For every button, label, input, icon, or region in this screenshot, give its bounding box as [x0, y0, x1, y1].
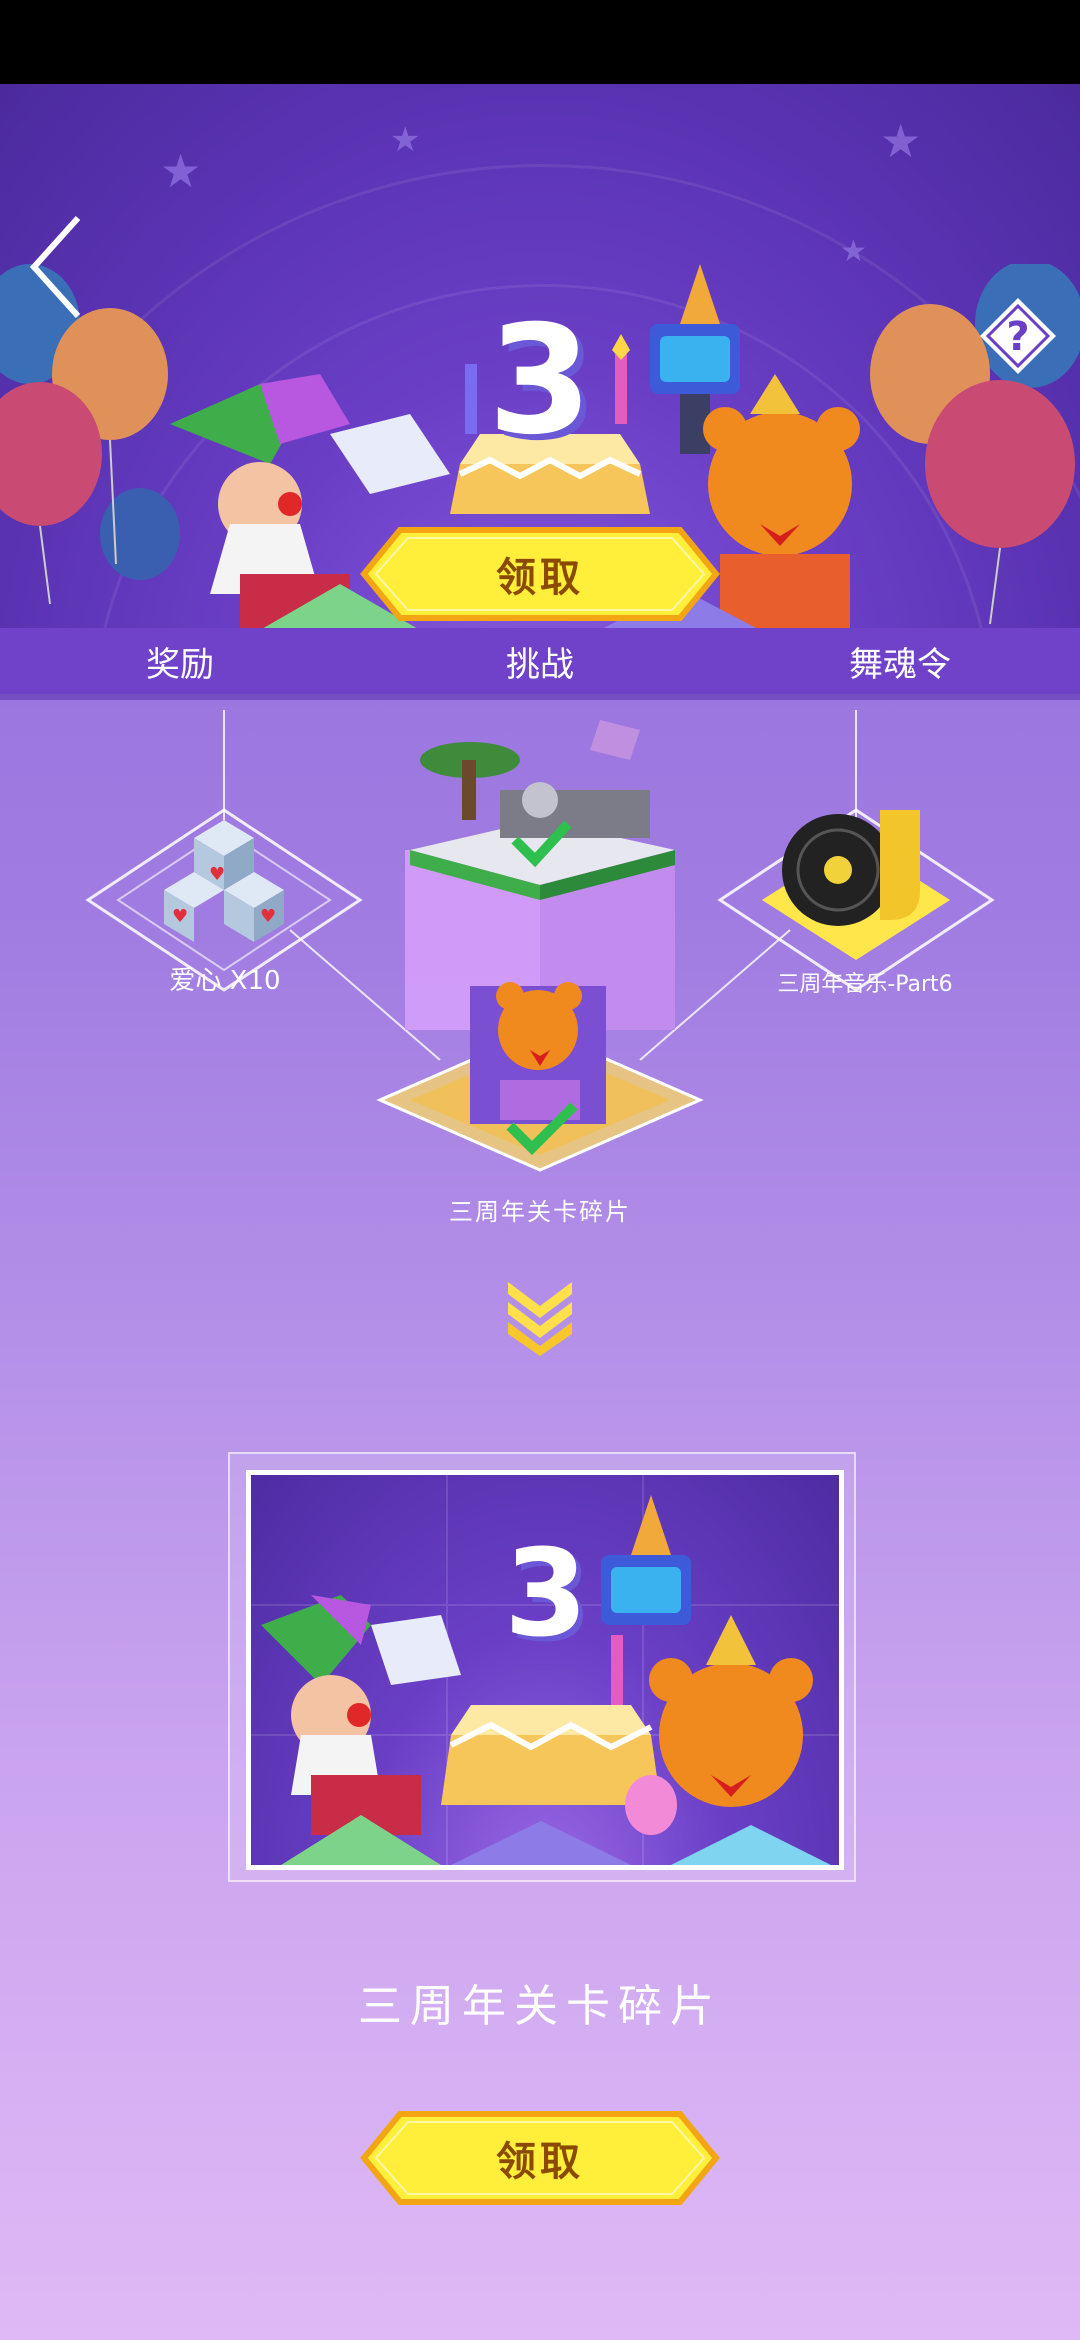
anniversary-number: 3 [487, 294, 593, 468]
reward-label-hearts: 爱心 X10 [169, 966, 281, 996]
svg-text:♥: ♥ [172, 906, 188, 927]
svg-text:?: ? [1006, 314, 1029, 360]
star-icon: ★ [390, 120, 421, 160]
svg-text:♥: ♥ [260, 906, 276, 927]
claim-button-label: 领取 [496, 555, 584, 601]
reward-label-music: 三周年音乐-Part6 [777, 972, 953, 997]
preview-title: 三周年关卡碎片 [358, 1981, 722, 2032]
puzzle-preview-frame: 3 [228, 1452, 856, 1882]
svg-text:♥: ♥ [209, 864, 225, 885]
chevron-down-icon [508, 1282, 572, 1356]
star-icon: ★ [880, 114, 922, 168]
star-icon: ★ [160, 144, 202, 198]
tab-bar: 奖励 挑战 舞魂令 [0, 628, 1080, 694]
claim-button-bottom[interactable]: 领取 [360, 2108, 720, 2208]
reward-label-fragment: 三周年关卡碎片 [449, 1198, 631, 1226]
back-button[interactable] [24, 212, 90, 322]
tab-rewards[interactable]: 奖励 [0, 637, 360, 686]
help-button[interactable]: ? [978, 296, 1058, 376]
music-disc-icon [782, 810, 920, 926]
status-bar [0, 0, 1080, 84]
claim-button-label: 领取 [496, 2139, 584, 2185]
tab-challenge[interactable]: 挑战 [360, 637, 720, 686]
tab-dance-pass[interactable]: 舞魂令 [720, 637, 1080, 686]
puzzle-preview-image: 3 [246, 1470, 844, 1870]
preview-anniversary-number: 3 [504, 1525, 588, 1664]
claim-button-top[interactable]: 领取 [360, 524, 720, 624]
garden-island-icon [410, 720, 675, 900]
hero-banner: ★ ★ ★ ★ 3 ? 领取 [0, 84, 1080, 630]
